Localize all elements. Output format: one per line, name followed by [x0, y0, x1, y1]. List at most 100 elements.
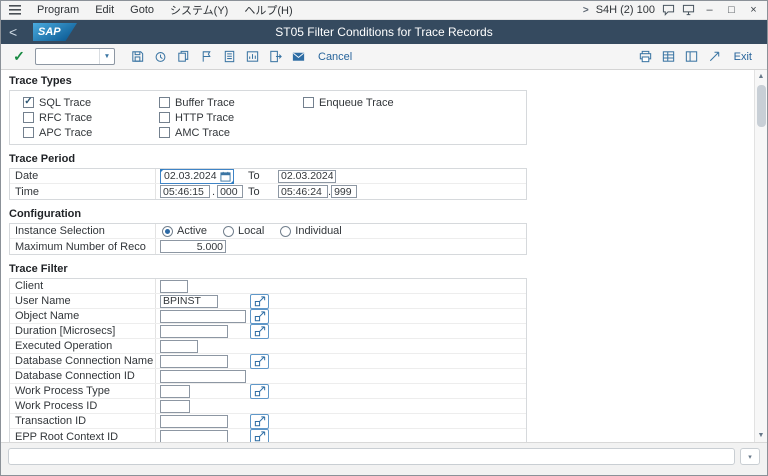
exit-button[interactable]: Exit: [734, 51, 752, 63]
radio-active[interactable]: Active: [162, 225, 207, 237]
transaction-id-input[interactable]: [160, 415, 228, 428]
field-label: Client: [10, 279, 156, 293]
filter-row-object-name: Object Name: [10, 309, 526, 324]
db-connection-name-input[interactable]: [160, 355, 228, 368]
time-from-input[interactable]: [160, 185, 210, 198]
copy-icon[interactable]: [173, 46, 194, 67]
print-icon[interactable]: [635, 46, 656, 67]
trace-period-box: Date 02.03.2024 To Time: [9, 168, 527, 200]
flag-icon[interactable]: [196, 46, 217, 67]
checkbox-label: RFC Trace: [39, 112, 92, 124]
multiple-selection-button[interactable]: [250, 324, 269, 339]
section-title: Trace Period: [9, 153, 527, 166]
checkbox-rfc-trace[interactable]: ✓ RFC Trace: [23, 112, 159, 124]
command-dropdown-icon[interactable]: ▼: [99, 49, 114, 64]
checkbox-box: ✓: [159, 112, 170, 123]
multiple-selection-button[interactable]: [250, 354, 269, 369]
time-row: Time . To .: [10, 184, 526, 199]
field-label: Object Name: [10, 309, 156, 323]
menu-program[interactable]: Program: [29, 1, 87, 19]
checkbox-box: ✓: [159, 127, 170, 138]
multiple-selection-button[interactable]: [250, 384, 269, 399]
multiple-selection-button[interactable]: [250, 309, 269, 324]
sap-logo: SAP: [33, 23, 77, 41]
multiple-selection-button[interactable]: [250, 414, 269, 429]
time-from-ms-input[interactable]: [217, 185, 243, 198]
configuration-box: Instance Selection Active Local Indiv: [9, 223, 527, 255]
menu-help[interactable]: ヘルプ(H): [236, 1, 300, 19]
export-icon[interactable]: [265, 46, 286, 67]
checkbox-amc-trace[interactable]: ✓ AMC Trace: [159, 127, 303, 139]
menu-edit[interactable]: Edit: [87, 1, 122, 19]
duration-input[interactable]: [160, 325, 228, 338]
time-to-input[interactable]: [278, 185, 328, 198]
filter-row-work-process-id: Work Process ID: [10, 399, 526, 414]
executed-operation-input[interactable]: [160, 340, 198, 353]
monitor-icon[interactable]: [682, 4, 695, 16]
title-bar: ST05 Filter Conditions for Trace Records…: [1, 20, 767, 44]
checkbox-buffer-trace[interactable]: ✓ Buffer Trace: [159, 97, 303, 109]
command-input[interactable]: [36, 50, 99, 63]
trace-types-row: ✓ RFC Trace ✓ HTTP Trace: [23, 110, 526, 125]
user-name-input[interactable]: [160, 295, 218, 308]
max-records-label: Maximum Number of Reco: [10, 239, 156, 254]
mail-icon[interactable]: [288, 46, 309, 67]
menu-system[interactable]: システム(Y): [162, 1, 236, 19]
scrollbar-thumb[interactable]: [757, 85, 766, 127]
work-process-id-input[interactable]: [160, 400, 190, 413]
section-trace-filter: Trace Filter Client User Name Object Nam…: [9, 263, 527, 442]
checkbox-label: Enqueue Trace: [319, 97, 394, 109]
calendar-icon[interactable]: [220, 171, 231, 182]
filter-row-duration: Duration [Microsecs]: [10, 324, 526, 339]
work-process-type-input[interactable]: [160, 385, 190, 398]
time-to-ms-input[interactable]: [331, 185, 357, 198]
client-input[interactable]: [160, 280, 188, 293]
hamburger-menu-icon[interactable]: [9, 5, 21, 15]
minimize-icon[interactable]: –: [702, 2, 717, 19]
multiple-selection-button[interactable]: [250, 294, 269, 309]
section-title: Trace Filter: [9, 263, 527, 276]
save-icon[interactable]: [127, 46, 148, 67]
menu-bar-right: > S4H (2) 100 – □ ×: [583, 2, 761, 19]
max-records-input[interactable]: [160, 240, 226, 253]
checkbox-sql-trace[interactable]: ✓ SQL Trace: [23, 97, 159, 109]
db-connection-id-input[interactable]: [160, 370, 246, 383]
back-chevron-icon[interactable]: <: [9, 25, 25, 39]
checkbox-enqueue-trace[interactable]: ✓ Enqueue Trace: [303, 97, 394, 109]
radio-individual[interactable]: Individual: [280, 225, 341, 237]
table-icon[interactable]: [658, 46, 679, 67]
checkbox-apc-trace[interactable]: ✓ APC Trace: [23, 127, 159, 139]
filter-row-transaction-id: Transaction ID: [10, 414, 526, 429]
date-from-value: 02.03.2024: [164, 170, 217, 182]
clock-icon[interactable]: [150, 46, 171, 67]
chevron-right-icon[interactable]: >: [583, 5, 589, 16]
chat-icon[interactable]: [662, 4, 675, 16]
chart-icon[interactable]: [242, 46, 263, 67]
checkbox-http-trace[interactable]: ✓ HTTP Trace: [159, 112, 303, 124]
layout-icon[interactable]: [681, 46, 702, 67]
vertical-scrollbar[interactable]: ▲ ▼: [754, 70, 767, 442]
checkbox-box: ✓: [23, 127, 34, 138]
date-from-input[interactable]: 02.03.2024: [160, 169, 234, 184]
multiple-selection-button[interactable]: [250, 429, 269, 442]
radio-button: [280, 226, 291, 237]
menu-goto[interactable]: Goto: [122, 1, 162, 19]
checkbox-box: ✓: [303, 97, 314, 108]
section-title: Trace Types: [9, 75, 527, 88]
epp-root-context-id-input[interactable]: [160, 430, 228, 442]
close-icon[interactable]: ×: [746, 2, 761, 19]
status-message-field: [8, 448, 735, 465]
maximize-icon[interactable]: □: [724, 2, 739, 19]
scroll-down-icon[interactable]: ▼: [755, 429, 768, 442]
date-to-input[interactable]: [278, 170, 336, 183]
shortcut-icon[interactable]: [704, 46, 725, 67]
radio-local[interactable]: Local: [223, 225, 264, 237]
scroll-up-icon[interactable]: ▲: [755, 70, 768, 83]
cancel-button[interactable]: Cancel: [318, 51, 352, 63]
continue-check-icon[interactable]: ✓: [9, 48, 29, 65]
list-icon[interactable]: [219, 46, 240, 67]
trace-types-row: ✓ SQL Trace ✓ Buffer Trace ✓ Enqueue Tra…: [23, 95, 526, 110]
radio-label: Individual: [295, 225, 341, 237]
status-history-icon[interactable]: ▾: [740, 448, 760, 465]
object-name-input[interactable]: [160, 310, 246, 323]
